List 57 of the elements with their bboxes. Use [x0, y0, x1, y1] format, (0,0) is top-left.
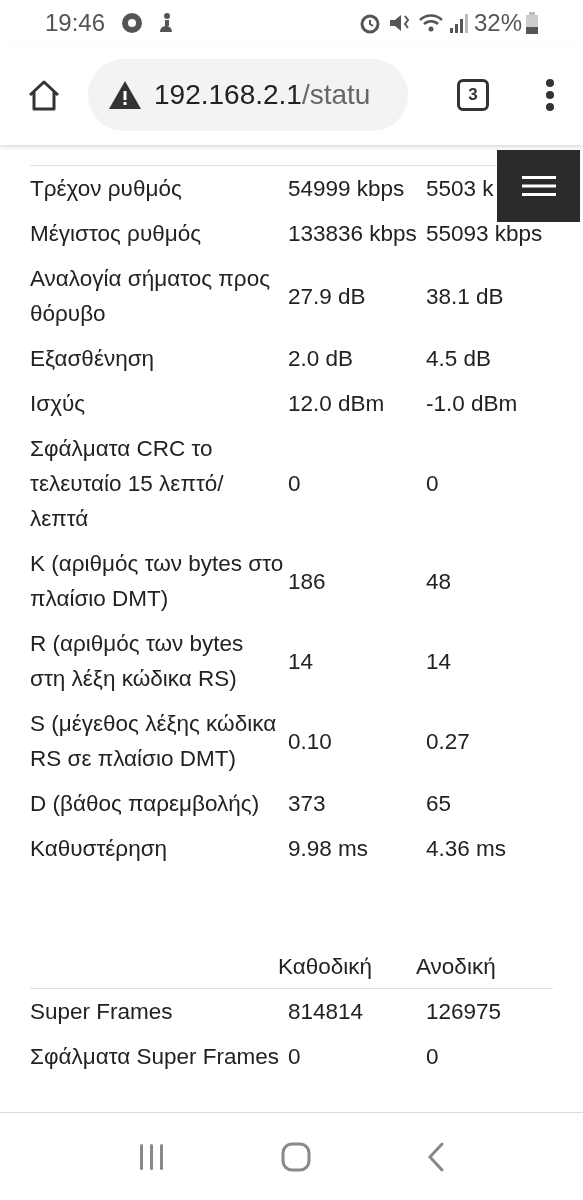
- row-label: S (μέγεθος λέξης κώδικα RS σε πλαίσιο DMT): [30, 710, 278, 773]
- clock: 19:46: [45, 7, 106, 38]
- table-cell-text: 27.9 dB: [288, 282, 367, 311]
- row-label: R (αριθμός των bytes στη λέξη κώδικα RS): [30, 630, 245, 693]
- table-cell-text: 186: [288, 567, 327, 596]
- table-cell-text: 0.10: [288, 727, 333, 756]
- table-cell-text: 0.27: [426, 727, 470, 756]
- table-cell-text: 0: [426, 470, 439, 498]
- battery-percentage: 32%: [473, 7, 522, 38]
- table-cell-text: 0: [288, 470, 302, 498]
- menu-button[interactable]: [497, 150, 580, 222]
- table-cell-text: 55093 kbps: [426, 220, 543, 248]
- table-cell-text: 4.36 ms: [426, 835, 507, 863]
- address-bar[interactable]: 192.168.2.1/statu: [88, 59, 408, 131]
- table-cell-text: 0: [288, 1043, 302, 1071]
- column-header: Ανοδική: [416, 952, 496, 981]
- battery-icon: [526, 11, 538, 34]
- table-cell-text: 2.0 dB: [288, 345, 355, 373]
- row-label: D (βάθος παρεμβολής): [30, 790, 261, 818]
- back-icon[interactable]: [427, 1141, 446, 1172]
- row-label: Super Frames: [30, 998, 174, 1026]
- row-label: K (αριθμός των bytes στο πλαίσιο DMT): [30, 550, 285, 613]
- signal-icon: [447, 11, 470, 34]
- table-cell-text: 65: [426, 790, 452, 818]
- row-label: Μέγιστος ρυθμός: [30, 220, 203, 248]
- table-cell-text: -1.0 dBm: [426, 390, 518, 418]
- table-cell-text: 14: [288, 647, 315, 676]
- wifi-icon: [417, 11, 444, 34]
- home-nav-icon[interactable]: [281, 1141, 312, 1172]
- table-cell-text: 0: [426, 1043, 439, 1071]
- table-cell-text: 4.5 dB: [426, 345, 492, 373]
- url-path: /statu: [301, 78, 371, 112]
- warning-icon: [108, 80, 142, 110]
- table-cell-text: 12.0 dBm: [288, 390, 386, 418]
- row-label: Σφάλματα CRC το τελευταίο 15 λεπτό/ λεπτά: [30, 435, 225, 533]
- recent-apps-icon[interactable]: [137, 1142, 166, 1171]
- tab-count-button[interactable]: 3: [457, 79, 489, 111]
- table-cell-text: 14: [426, 647, 452, 676]
- table-cell-text: 126975: [426, 998, 502, 1026]
- row-label: Εξασθένηση: [30, 345, 156, 373]
- menu-icon: [521, 176, 556, 196]
- row-label: Αναλογία σήματος προς θόρυβο: [30, 265, 272, 328]
- row-label: Καθυστέρηση: [30, 835, 169, 863]
- table-cell-text: 133836 kbps: [288, 220, 418, 248]
- row-label: Τρέχον ρυθμός: [30, 175, 183, 203]
- table-cell-text: 814814: [288, 998, 365, 1026]
- table-cell-text: 5503 k: [426, 175, 494, 203]
- row-label: Σφάλματα Super Frames: [30, 1043, 281, 1071]
- table-cell-text: 54999 kbps: [288, 175, 406, 203]
- more-options-icon[interactable]: [545, 78, 555, 112]
- table-cell-text: 38.1 dB: [426, 282, 504, 311]
- url-host: 192.168.2.1: [154, 78, 302, 112]
- table-cell-text: 48: [426, 567, 452, 596]
- column-header: Καθοδική: [278, 952, 374, 981]
- row-label: Ισχύς: [30, 390, 87, 418]
- table-cell-text: 9.98 ms: [288, 835, 370, 863]
- table-cell-text: 373: [288, 790, 327, 818]
